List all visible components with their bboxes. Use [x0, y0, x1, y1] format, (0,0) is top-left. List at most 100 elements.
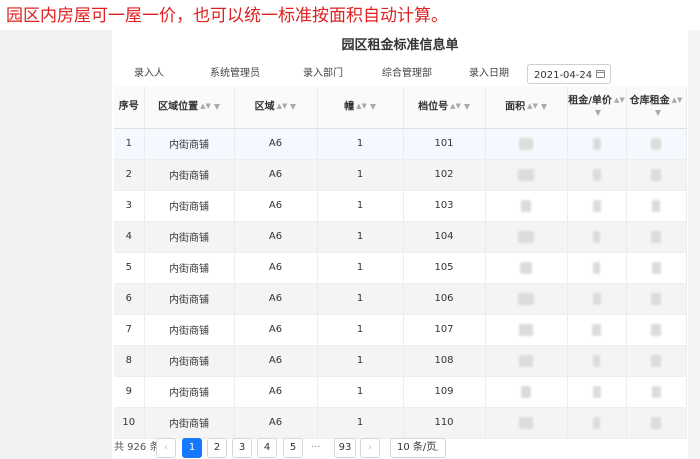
redacted-value: [518, 168, 534, 181]
redacted-value: [521, 199, 531, 212]
cell-zone: A6: [234, 159, 318, 191]
redacted-value: [651, 323, 661, 336]
cell-seq: 4: [114, 221, 145, 253]
redacted-value: [519, 323, 533, 336]
table-row[interactable]: 7 内街商铺 A6 1 107: [114, 314, 687, 346]
cell-rent-price: [567, 376, 627, 408]
filter-icon[interactable]: [540, 103, 547, 110]
calendar-icon[interactable]: [596, 70, 605, 78]
table-row[interactable]: 10 内街商铺 A6 1 110: [114, 407, 687, 439]
chevron-down-icon: ⌄: [433, 444, 440, 453]
header-area-size[interactable]: 面积 ▲▼: [485, 86, 568, 129]
sort-icon[interactable]: ▲▼: [200, 100, 211, 113]
page-button-1[interactable]: 1: [182, 438, 202, 458]
cell-warehouse-rent: [626, 407, 687, 439]
header-warehouse-rent[interactable]: 仓库租金 ▲▼: [626, 86, 687, 129]
table-row[interactable]: 5 内街商铺 A6 1 105: [114, 252, 687, 284]
header-building[interactable]: 幢 ▲▼: [317, 86, 404, 129]
left-background: [0, 30, 112, 459]
page-button-4[interactable]: 4: [257, 438, 277, 458]
pagination: 共 926 条 ‹ 1 2 3 4 5 ··· 93 › 10 条/页 ⌄: [112, 437, 688, 459]
header-stall-no[interactable]: 档位号 ▲▼: [403, 86, 486, 129]
cell-zone: A6: [234, 221, 318, 253]
table-row[interactable]: 8 内街商铺 A6 1 108: [114, 345, 687, 377]
cell-warehouse-rent: [626, 190, 687, 222]
page-ellipsis[interactable]: ···: [311, 437, 321, 459]
redacted-value: [592, 168, 601, 181]
filter-icon[interactable]: [369, 103, 376, 110]
redacted-value: [518, 230, 534, 243]
page-button-2[interactable]: 2: [207, 438, 227, 458]
cell-rent-price: [567, 314, 627, 346]
sort-icon[interactable]: ▲▼: [672, 94, 683, 107]
cell-stall-no: 109: [403, 376, 486, 408]
prev-page-button[interactable]: ‹: [156, 438, 176, 458]
cell-seq: 9: [114, 376, 145, 408]
cell-area-size: [485, 407, 568, 439]
table-row[interactable]: 3 内街商铺 A6 1 103: [114, 190, 687, 222]
header-seq[interactable]: 序号: [114, 86, 145, 129]
cell-stall-no: 103: [403, 190, 486, 222]
cell-seq: 10: [114, 407, 145, 439]
cell-seq: 7: [114, 314, 145, 346]
cell-building: 1: [317, 159, 404, 191]
redacted-value: [651, 416, 661, 429]
table-row[interactable]: 9 内街商铺 A6 1 109: [114, 376, 687, 408]
cell-area-size: [485, 376, 568, 408]
cell-seq: 3: [114, 190, 145, 222]
filter-icon[interactable]: [595, 110, 601, 116]
redacted-value: [651, 292, 661, 305]
cell-area-location: 内街商铺: [144, 221, 235, 253]
cell-area-location: 内街商铺: [144, 128, 235, 160]
cell-building: 1: [317, 252, 404, 284]
cell-warehouse-rent: [626, 252, 687, 284]
cell-rent-price: [567, 407, 627, 439]
sort-icon[interactable]: ▲▼: [450, 100, 461, 113]
cell-seq: 2: [114, 159, 145, 191]
entrant-value: 系统管理员: [210, 68, 260, 79]
cell-building: 1: [317, 407, 404, 439]
filter-icon[interactable]: [213, 103, 220, 110]
page-button-3[interactable]: 3: [232, 438, 252, 458]
next-page-button[interactable]: ›: [360, 438, 380, 458]
total-count: 共 926 条: [114, 442, 160, 453]
filter-icon[interactable]: [463, 103, 470, 110]
table-row[interactable]: 6 内街商铺 A6 1 106: [114, 283, 687, 315]
page-button-last[interactable]: 93: [334, 438, 356, 458]
form-info-row: 录入人 系统管理员 录入部门 综合管理部 录入日期 2021-04-24: [112, 63, 688, 85]
header-area-location[interactable]: 区域位置 ▲▼: [144, 86, 235, 129]
cell-area-location: 内街商铺: [144, 345, 235, 377]
redacted-value: [593, 230, 600, 243]
header-rent-price[interactable]: 租金/单价 ▲▼: [567, 86, 627, 129]
filter-icon[interactable]: [654, 110, 661, 116]
cell-building: 1: [317, 190, 404, 222]
redacted-value: [519, 416, 533, 429]
entry-date-input[interactable]: 2021-04-24: [527, 64, 611, 84]
redacted-value: [593, 354, 600, 367]
cell-area-location: 内街商铺: [144, 190, 235, 222]
redacted-value: [521, 385, 531, 398]
cell-stall-no: 106: [403, 283, 486, 315]
table-row[interactable]: 1 内街商铺 A6 1 101: [114, 128, 687, 160]
page-button-5[interactable]: 5: [283, 438, 303, 458]
cell-zone: A6: [234, 128, 318, 160]
cell-stall-no: 107: [403, 314, 486, 346]
redacted-value: [518, 292, 534, 305]
table-header-row: 序号 区域位置 ▲▼ 区域 ▲▼ 幢 ▲▼ 档位号 ▲▼ 面积 ▲▼ 租金/单价 ▲▼ 仓库…: [114, 86, 687, 129]
header-zone[interactable]: 区域 ▲▼: [234, 86, 318, 129]
cell-zone: A6: [234, 252, 318, 284]
sort-icon[interactable]: ▲▼: [356, 100, 367, 113]
cell-zone: A6: [234, 314, 318, 346]
table-row[interactable]: 4 内街商铺 A6 1 104: [114, 221, 687, 253]
cell-area-location: 内街商铺: [144, 283, 235, 315]
sort-icon[interactable]: ▲▼: [614, 94, 625, 107]
cell-stall-no: 108: [403, 345, 486, 377]
cell-rent-price: [567, 128, 627, 160]
cell-rent-price: [567, 283, 627, 315]
cell-stall-no: 110: [403, 407, 486, 439]
sort-icon[interactable]: ▲▼: [277, 100, 288, 113]
page-size-select[interactable]: 10 条/页 ⌄: [390, 438, 446, 458]
filter-icon[interactable]: [290, 103, 297, 110]
sort-icon[interactable]: ▲▼: [527, 100, 538, 113]
table-row[interactable]: 2 内街商铺 A6 1 102: [114, 159, 687, 191]
